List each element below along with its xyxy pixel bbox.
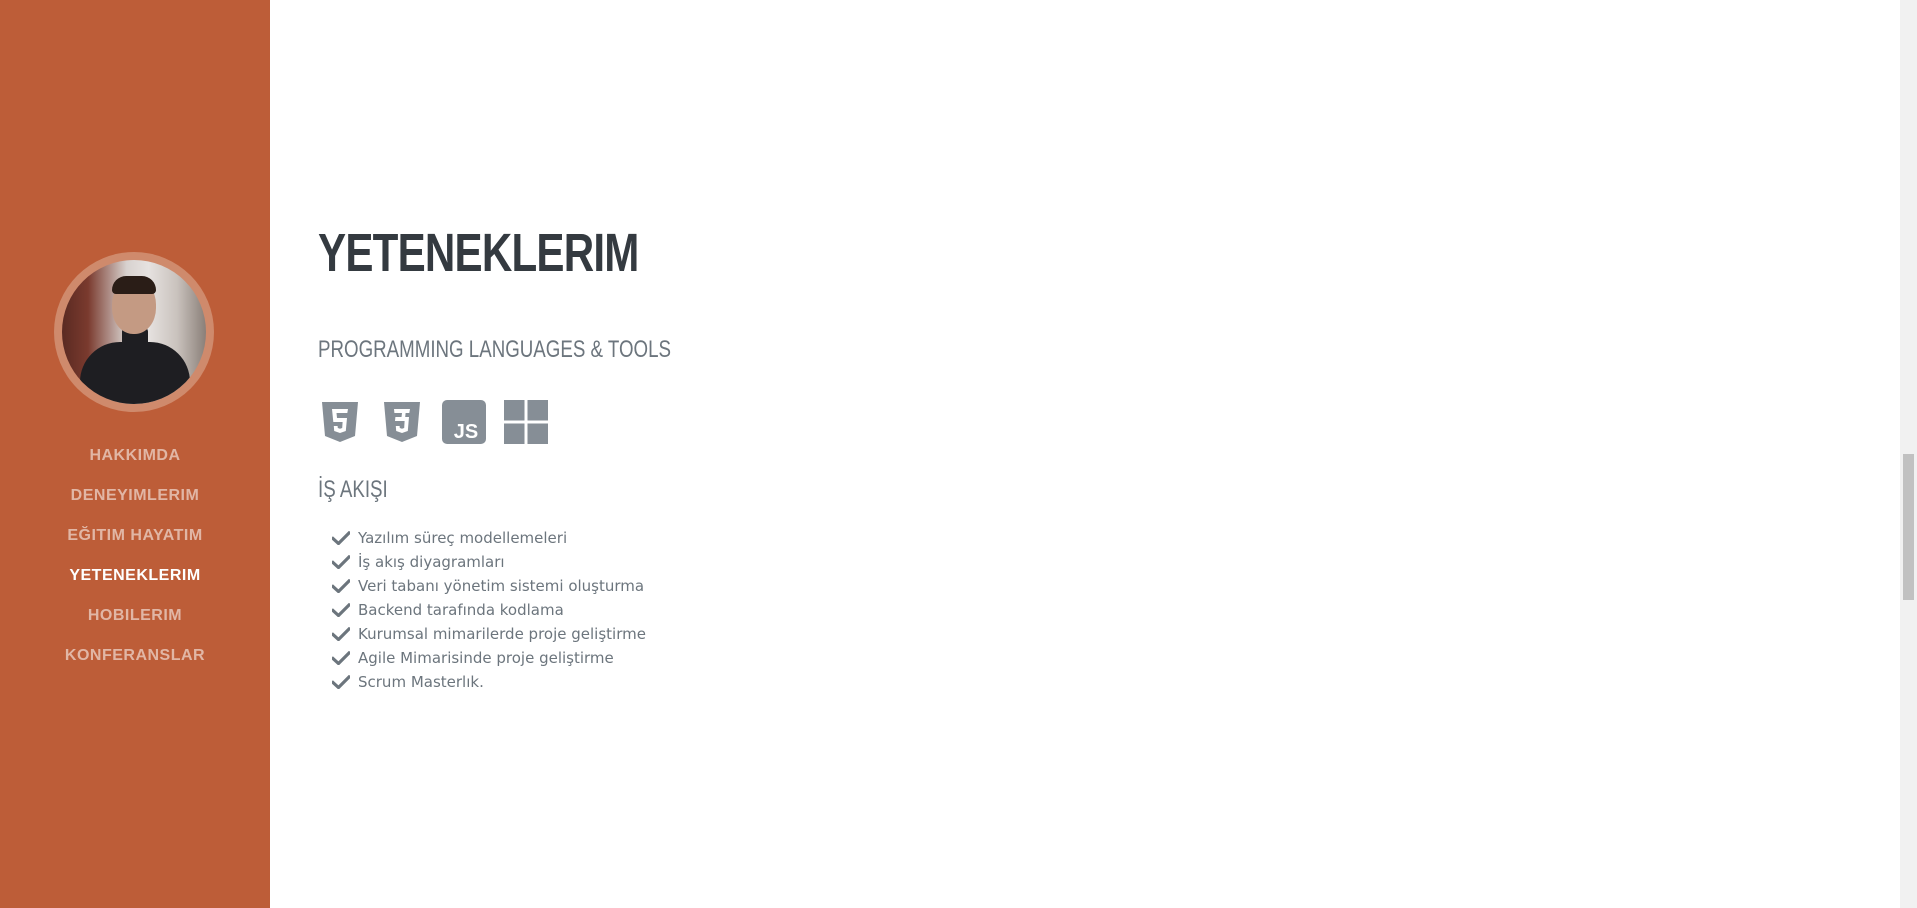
list-item: Kurumsal mimarilerde proje geliştirme xyxy=(332,622,646,646)
windows-icon xyxy=(504,400,548,444)
scrollbar-thumb[interactable] xyxy=(1903,454,1914,600)
check-icon xyxy=(332,651,350,665)
avatar xyxy=(54,252,214,412)
check-icon xyxy=(332,675,350,689)
list-item: Scrum Masterlık. xyxy=(332,670,646,694)
workflow-list: Yazılım süreç modellemeleri İş akış diya… xyxy=(332,526,646,694)
check-icon xyxy=(332,627,350,641)
list-item-text: İş akış diyagramları xyxy=(358,553,505,571)
section-title: YETENEKLERIM xyxy=(318,223,639,283)
tools-icon-list: JS xyxy=(318,400,548,444)
html5-icon xyxy=(322,402,358,442)
list-item: Backend tarafında kodlama xyxy=(332,598,646,622)
sidebar-nav: HAKKIMDA DENEYIMLERIM EĞITIM HAYATIM YET… xyxy=(0,436,270,676)
nav-item-hakkimda[interactable]: HAKKIMDA xyxy=(0,436,270,476)
check-icon xyxy=(332,531,350,545)
check-icon xyxy=(332,603,350,617)
check-icon xyxy=(332,579,350,593)
list-item-text: Backend tarafında kodlama xyxy=(358,601,564,619)
list-item-text: Kurumsal mimarilerde proje geliştirme xyxy=(358,625,646,643)
list-item-text: Scrum Masterlık. xyxy=(358,673,484,691)
nav-item-egitim-hayatim[interactable]: EĞITIM HAYATIM xyxy=(0,516,270,556)
tools-heading: PROGRAMMING LANGUAGES & TOOLS xyxy=(318,336,671,363)
list-item: İş akış diyagramları xyxy=(332,550,646,574)
workflow-heading: İŞ AKIŞI xyxy=(318,476,388,503)
list-item-text: Yazılım süreç modellemeleri xyxy=(358,529,568,547)
list-item: Yazılım süreç modellemeleri xyxy=(332,526,646,550)
page-scrollbar[interactable] xyxy=(1900,0,1917,908)
js-icon: JS xyxy=(442,400,486,444)
list-item-text: Veri tabanı yönetim sistemi oluşturma xyxy=(358,577,645,595)
profile-photo xyxy=(62,260,206,404)
list-item-text: Agile Mimarisinde proje geliştirme xyxy=(358,649,614,667)
css3-icon xyxy=(384,402,420,442)
check-icon xyxy=(332,555,350,569)
nav-item-yeteneklerim[interactable]: YETENEKLERIM xyxy=(0,556,270,596)
nav-item-deneyimlerim[interactable]: DENEYIMLERIM xyxy=(0,476,270,516)
sidebar: HAKKIMDA DENEYIMLERIM EĞITIM HAYATIM YET… xyxy=(0,0,270,908)
list-item: Agile Mimarisinde proje geliştirme xyxy=(332,646,646,670)
nav-item-hobilerim[interactable]: HOBILERIM xyxy=(0,596,270,636)
nav-item-konferanslar[interactable]: KONFERANSLAR xyxy=(0,636,270,676)
svg-text:JS: JS xyxy=(454,421,478,443)
list-item: Veri tabanı yönetim sistemi oluşturma xyxy=(332,574,646,598)
